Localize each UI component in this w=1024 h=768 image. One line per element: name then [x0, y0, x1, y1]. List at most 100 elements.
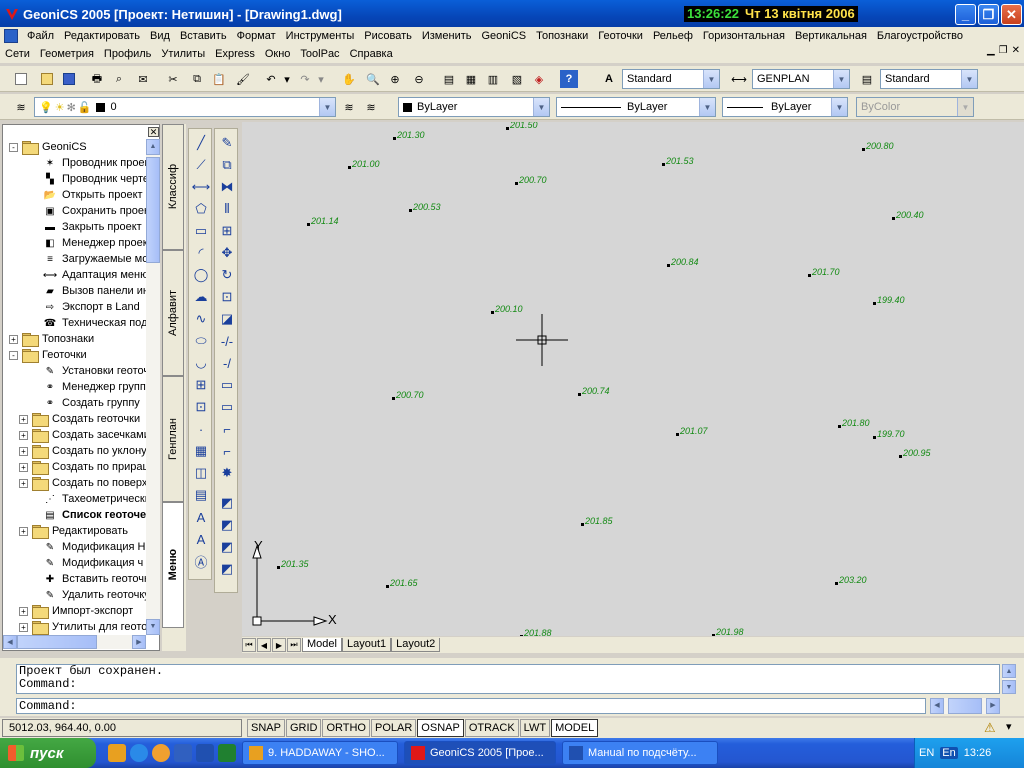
status-toggle-polar[interactable]: POLAR	[371, 719, 417, 737]
survey-point[interactable]	[712, 634, 715, 636]
menu-item-14[interactable]: Благоустройство	[872, 30, 968, 42]
tab-layout1[interactable]: Layout1	[341, 638, 392, 652]
plot-preview-icon[interactable]: ⌕	[110, 70, 128, 88]
elevation-label[interactable]: 200.95	[903, 448, 931, 458]
zoom-previous-icon[interactable]: ⊖	[410, 70, 428, 88]
menu2-item-1[interactable]: Геометрия	[35, 48, 99, 60]
tree-item[interactable]: + Утилиты для геоточек	[19, 619, 146, 635]
survey-point[interactable]	[676, 433, 679, 436]
survey-point[interactable]	[393, 137, 396, 140]
tree-item[interactable]: ✎ Удалить геоточку	[29, 587, 146, 603]
polyline-icon[interactable]: ⟋	[191, 155, 211, 175]
menu-item-9[interactable]: Топознаки	[531, 30, 593, 42]
chevron-down-icon[interactable]: ▼	[319, 98, 335, 116]
redo-dropdown-icon[interactable]: ▾	[316, 70, 326, 88]
first-tab-icon[interactable]: ⏮	[242, 638, 256, 652]
tree-item[interactable]: + Создать геоточки	[19, 411, 140, 427]
xline-icon[interactable]: ⟷	[191, 177, 211, 197]
expand-icon[interactable]: +	[19, 430, 28, 440]
menu2-item-5[interactable]: Окно	[260, 48, 296, 60]
tray-lang-label[interactable]: EN	[919, 747, 934, 759]
elevation-label[interactable]: 201.00	[352, 159, 380, 169]
survey-point[interactable]	[838, 425, 841, 428]
survey-point[interactable]	[277, 566, 280, 569]
tree-item[interactable]: ≡ Загружаемые модули	[29, 251, 146, 267]
command-scrollbar[interactable]: ▲ ▼	[1002, 664, 1016, 694]
menu-item-4[interactable]: Формат	[232, 30, 281, 42]
elevation-label[interactable]: 200.74	[582, 386, 610, 396]
markup-icon[interactable]: ◈	[530, 70, 548, 88]
point-icon[interactable]: ·	[191, 419, 211, 439]
prev-tab-icon[interactable]: ◀	[257, 638, 271, 652]
tab-klassif[interactable]: Классиф	[162, 124, 184, 250]
layer-manager-icon[interactable]: ≋	[12, 98, 30, 116]
menu-item-0[interactable]: Файл	[22, 30, 59, 42]
hscroll-thumb[interactable]	[17, 635, 97, 649]
elevation-label[interactable]: 203.20	[839, 575, 867, 585]
elevation-label[interactable]: 201.30	[397, 130, 425, 140]
scroll-right-icon[interactable]: ▶	[132, 635, 146, 649]
menu-item-6[interactable]: Рисовать	[359, 30, 417, 42]
status-toggle-osnap[interactable]: OSNAP	[417, 719, 464, 737]
survey-point[interactable]	[899, 455, 902, 458]
line-icon[interactable]: ╱	[191, 133, 211, 153]
tab-layout2[interactable]: Layout2	[391, 638, 441, 652]
doc-restore-icon[interactable]: ❐	[999, 45, 1008, 56]
revcloud-icon[interactable]: ☁	[191, 287, 211, 307]
elevation-label[interactable]: 201.98	[716, 627, 744, 636]
elevation-label[interactable]: 200.80	[866, 141, 894, 151]
table-icon[interactable]: ▤	[191, 485, 211, 505]
trim-icon[interactable]: -/-	[217, 331, 237, 351]
elevation-label[interactable]: 200.70	[396, 390, 424, 400]
scroll-up-icon[interactable]: ▲	[1002, 664, 1016, 678]
coordinates-readout[interactable]: 5012.03, 964.40, 0.00	[2, 719, 242, 737]
help-icon[interactable]: ?	[560, 70, 578, 88]
elevation-label[interactable]: 200.40	[896, 210, 924, 220]
tree-item[interactable]: ⋰ Тахеометрический ход	[29, 491, 146, 507]
quicklaunch-word-icon[interactable]	[196, 744, 214, 762]
tree-item[interactable]: ⟷ Адаптация меню	[29, 267, 146, 283]
offset-icon[interactable]: ⫴	[217, 199, 237, 219]
start-button[interactable]: пуск	[0, 738, 96, 768]
horizontal-scrollbar[interactable]: ◀ ▶	[3, 635, 146, 649]
expand-icon[interactable]: +	[19, 446, 28, 456]
text-style-select[interactable]: Standard ▼	[622, 69, 720, 89]
taskbar-window-button[interactable]: Манual по подсчёту...	[562, 741, 718, 765]
survey-point[interactable]	[873, 436, 876, 439]
explode-icon[interactable]: ✸	[217, 463, 237, 483]
menu2-item-0[interactable]: Сети	[0, 48, 35, 60]
status-menu-icon[interactable]: ▾	[1006, 720, 1012, 733]
tree-item[interactable]: ✎ Установки геоточек	[29, 363, 146, 379]
circle-icon[interactable]: ◯	[191, 265, 211, 285]
elevation-label[interactable]: 201.80	[842, 418, 870, 428]
elevation-label[interactable]: 200.84	[671, 257, 699, 267]
chevron-down-icon[interactable]: ▼	[703, 70, 719, 88]
scroll-down-icon[interactable]: ▼	[146, 619, 160, 635]
survey-point[interactable]	[491, 311, 494, 314]
design-center-icon[interactable]: ▦	[462, 70, 480, 88]
elevation-label[interactable]: 201.65	[390, 578, 418, 588]
tree-item[interactable]: ✎ Модификация ч	[29, 555, 143, 571]
draworder2-icon[interactable]: ◩	[217, 515, 237, 535]
tree-item[interactable]: + Редактировать	[19, 523, 128, 539]
expand-icon[interactable]: +	[19, 526, 28, 536]
chevron-down-icon[interactable]: ▼	[833, 70, 849, 88]
tree-item[interactable]: ▬ Закрыть проект	[29, 219, 142, 235]
menu2-item-6[interactable]: ToolPac	[295, 48, 344, 60]
tree-item[interactable]: ▰ Вызов панели инструментов	[29, 283, 146, 299]
rotate-icon[interactable]: ↻	[217, 265, 237, 285]
status-toggle-lwt[interactable]: LWT	[519, 719, 551, 737]
expand-icon[interactable]: +	[19, 606, 28, 616]
doc-minimize-icon[interactable]: ▁	[987, 45, 995, 56]
survey-point[interactable]	[667, 264, 670, 267]
elevation-label[interactable]: 201.35	[281, 559, 309, 569]
taskbar-window-button[interactable]: 9. HADDAWAY - SHO...	[242, 741, 398, 765]
tree-item[interactable]: ✚ Вставить геоточку	[29, 571, 146, 587]
survey-point[interactable]	[386, 585, 389, 588]
menu2-item-7[interactable]: Справка	[345, 48, 398, 60]
close-button[interactable]: ✕	[1001, 4, 1022, 25]
scroll-down-icon[interactable]: ▼	[1002, 680, 1016, 694]
tree-item[interactable]: + Импорт-экспорт	[19, 603, 133, 619]
print-icon[interactable]: 🖶	[88, 70, 106, 88]
elevation-label[interactable]: 201.07	[680, 426, 708, 436]
